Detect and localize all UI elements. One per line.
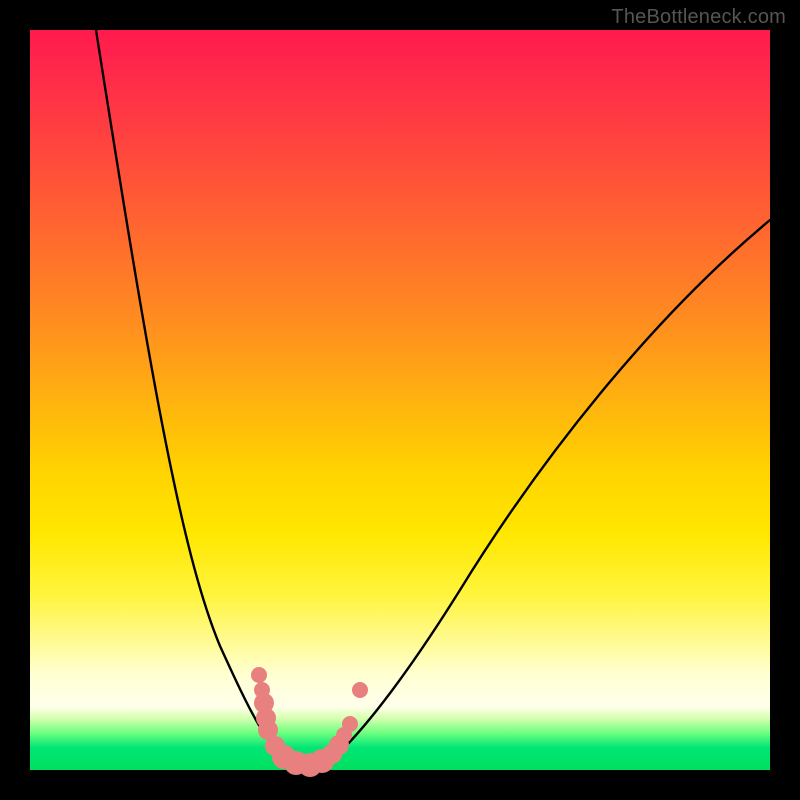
highlight-markers	[251, 667, 368, 777]
chart-svg	[30, 30, 770, 770]
bottleneck-curve	[96, 30, 770, 766]
marker-dot	[251, 667, 267, 683]
chart-plot-area	[30, 30, 770, 770]
marker-dot	[342, 716, 358, 732]
watermark-text: TheBottleneck.com	[611, 6, 786, 29]
curve-left-arm	[96, 30, 303, 766]
curve-right-arm	[303, 220, 770, 766]
chart-frame: TheBottleneck.com	[0, 0, 800, 800]
marker-dot	[352, 682, 368, 698]
